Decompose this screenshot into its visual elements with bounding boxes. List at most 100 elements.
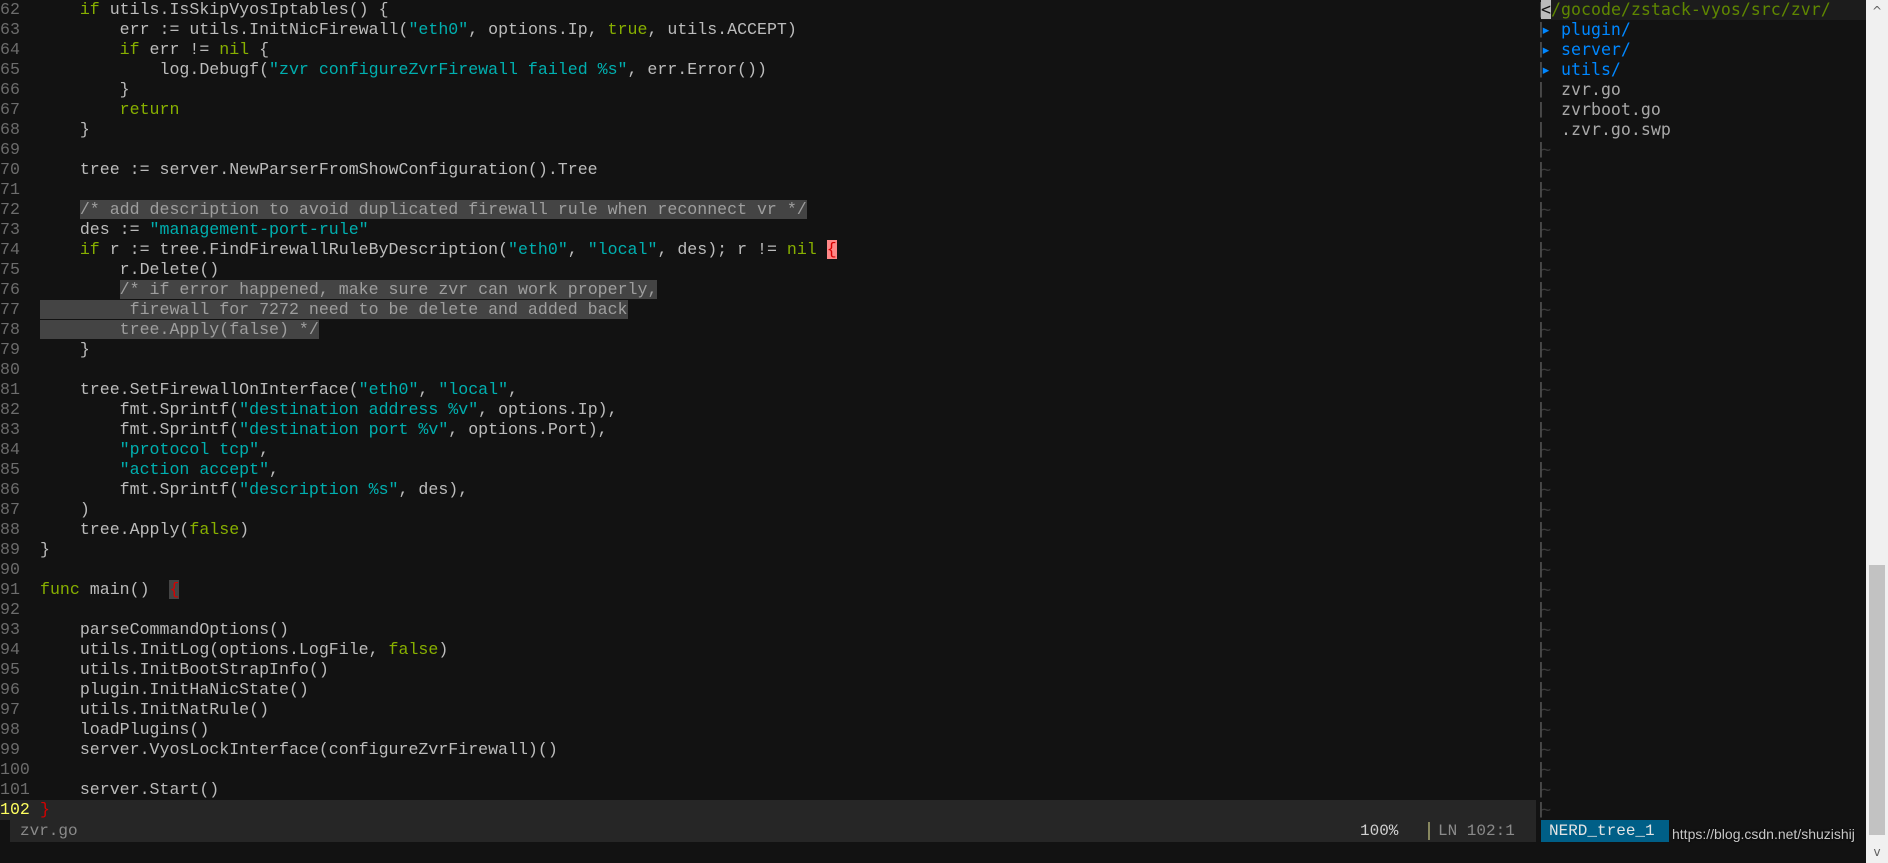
code-line[interactable]: 73 des := "management-port-rule"	[0, 220, 1536, 240]
code-line[interactable]: 66 }	[0, 80, 1536, 100]
code-line[interactable]: 95 utils.InitBootStrapInfo()	[0, 660, 1536, 680]
line-number: 91	[0, 580, 20, 599]
code-line-current[interactable]: 102}	[0, 800, 1536, 820]
scrollbar[interactable]: ^ v	[1866, 0, 1888, 863]
line-code: tree.Apply(false) */	[40, 320, 319, 340]
code-line[interactable]: 83 fmt.Sprintf("destination port %v", op…	[0, 420, 1536, 440]
code-line[interactable]: 94 utils.InitLog(options.LogFile, false)	[0, 640, 1536, 660]
line-code: firewall for 7272 need to be delete and …	[40, 300, 628, 320]
code-line[interactable]: 67 return	[0, 100, 1536, 120]
tree-dir-plugin[interactable]: ▸ plugin/	[1541, 20, 1866, 40]
status-line: zvr.go 100% LN 102:1	[10, 820, 1536, 842]
line-code: utils.InitNatRule()	[40, 700, 269, 720]
code-line[interactable]: 78 tree.Apply(false) */	[0, 320, 1536, 340]
line-number: 102	[0, 800, 30, 819]
empty-line-marker: ~	[1541, 220, 1551, 239]
empty-line-marker: ~	[1541, 580, 1551, 599]
code-line[interactable]: 74 if r := tree.FindFirewallRuleByDescri…	[0, 240, 1536, 260]
tree-root-path: /gocode/zstack-vyos/src/zvr/	[1551, 0, 1831, 19]
line-number: 98	[0, 720, 20, 739]
code-line[interactable]: 76 /* if error happened, make sure zvr c…	[0, 280, 1536, 300]
code-line[interactable]: 85 "action accept",	[0, 460, 1536, 480]
line-code: "action accept",	[40, 460, 279, 480]
code-line[interactable]: 81 tree.SetFirewallOnInterface("eth0", "…	[0, 380, 1536, 400]
tree-file[interactable]: zvrboot.go	[1541, 100, 1866, 120]
line-number: 76	[0, 280, 20, 299]
code-line[interactable]: 82 fmt.Sprintf("destination address %v",…	[0, 400, 1536, 420]
empty-line-marker: ~	[1541, 340, 1551, 359]
code-line[interactable]: 86 fmt.Sprintf("description %s", des),	[0, 480, 1536, 500]
code-line[interactable]: 87 )	[0, 500, 1536, 520]
code-line[interactable]: 90	[0, 560, 1536, 580]
code-line[interactable]: 71	[0, 180, 1536, 200]
tree-dir-label: plugin/	[1560, 20, 1631, 39]
editor-pane[interactable]: 62 if utils.IsSkipVyosIptables() {63 err…	[0, 0, 1536, 820]
code-line[interactable]: 93 parseCommandOptions()	[0, 620, 1536, 640]
tree-dir-utils[interactable]: ▸ utils/	[1541, 60, 1866, 80]
tree-dir-server[interactable]: ▸ server/	[1541, 40, 1866, 60]
code-line[interactable]: 100	[0, 760, 1536, 780]
line-number: 90	[0, 560, 20, 579]
code-line[interactable]: 65 log.Debugf("zvr configureZvrFirewall …	[0, 60, 1536, 80]
code-line[interactable]: 79 }	[0, 340, 1536, 360]
tree-file[interactable]: zvr.go	[1541, 80, 1866, 100]
keyword: return	[119, 100, 180, 119]
code-line[interactable]: 80	[0, 360, 1536, 380]
code-line[interactable]: 70 tree := server.NewParserFromShowConfi…	[0, 160, 1536, 180]
nerdtree-pane[interactable]: </gocode/zstack-vyos/src/zvr/▸ plugin/▸ …	[1541, 0, 1866, 820]
scrollbar-thumb[interactable]	[1869, 565, 1885, 835]
line-code: fmt.Sprintf("description %s", des),	[40, 480, 469, 500]
code-text: {	[249, 40, 270, 59]
code-text: }	[40, 340, 90, 359]
scroll-up-icon[interactable]: ^	[1866, 4, 1888, 18]
code-line[interactable]: 77 firewall for 7272 need to be delete a…	[0, 300, 1536, 320]
code-text: , err.Error())	[627, 60, 767, 79]
code-text: log.Debugf(	[40, 60, 270, 79]
code-line[interactable]: 98 loadPlugins()	[0, 720, 1536, 740]
bracket: }	[40, 800, 50, 819]
code-line[interactable]: 62 if utils.IsSkipVyosIptables() {	[0, 0, 1536, 20]
code-line[interactable]: 63 err := utils.InitNicFirewall("eth0", …	[0, 20, 1536, 40]
code-line[interactable]: 88 tree.Apply(false)	[0, 520, 1536, 540]
code-text: loadPlugins()	[40, 720, 210, 739]
code-line[interactable]: 91 func main() {	[0, 580, 1536, 600]
tree-file[interactable]: .zvr.go.swp	[1541, 120, 1866, 140]
string-literal: "destination address %v"	[239, 400, 479, 419]
code-line[interactable]: 99 server.VyosLockInterface(configureZvr…	[0, 740, 1536, 760]
line-number: 88	[0, 520, 20, 539]
tree-root[interactable]: </gocode/zstack-vyos/src/zvr/	[1541, 0, 1866, 20]
code-text: ,	[567, 240, 588, 259]
code-text: tree := server.NewParserFromShowConfigur…	[40, 160, 598, 179]
code-line[interactable]: 97 utils.InitNatRule()	[0, 700, 1536, 720]
line-code: des := "management-port-rule"	[40, 220, 369, 240]
code-line[interactable]: 89}	[0, 540, 1536, 560]
line-number: 82	[0, 400, 20, 419]
line-number: 100	[0, 760, 30, 779]
code-line[interactable]: 69	[0, 140, 1536, 160]
code-line[interactable]: 72 /* add description to avoid duplicate…	[0, 200, 1536, 220]
code-line[interactable]: 101 server.Start()	[0, 780, 1536, 800]
tree-up-marker[interactable]: <	[1541, 0, 1551, 19]
code-line[interactable]: 92	[0, 600, 1536, 620]
code-line[interactable]: 96 plugin.InitHaNicState()	[0, 680, 1536, 700]
code-line[interactable]: 84 "protocol tcp",	[0, 440, 1536, 460]
empty-line-marker: ~	[1541, 180, 1551, 199]
line-number: 78	[0, 320, 20, 339]
line-code: if r := tree.FindFirewallRuleByDescripti…	[40, 240, 837, 260]
code-text: tree.SetFirewallOnInterface(	[40, 380, 359, 399]
line-number: 84	[0, 440, 20, 459]
code-line[interactable]: 64 if err != nil {	[0, 40, 1536, 60]
string-literal: "local"	[587, 240, 658, 259]
line-number: 97	[0, 700, 20, 719]
code-text: ,	[418, 380, 439, 399]
scroll-down-icon[interactable]: v	[1866, 845, 1888, 859]
keyword: if	[79, 240, 100, 259]
line-number: 69	[0, 140, 20, 159]
line-number: 93	[0, 620, 20, 639]
string-literal: "action accept"	[119, 460, 270, 479]
line-code: loadPlugins()	[40, 720, 209, 740]
code-line[interactable]: 75 r.Delete()	[0, 260, 1536, 280]
code-line[interactable]: 68 }	[0, 120, 1536, 140]
empty-line-marker: ~	[1541, 760, 1551, 779]
